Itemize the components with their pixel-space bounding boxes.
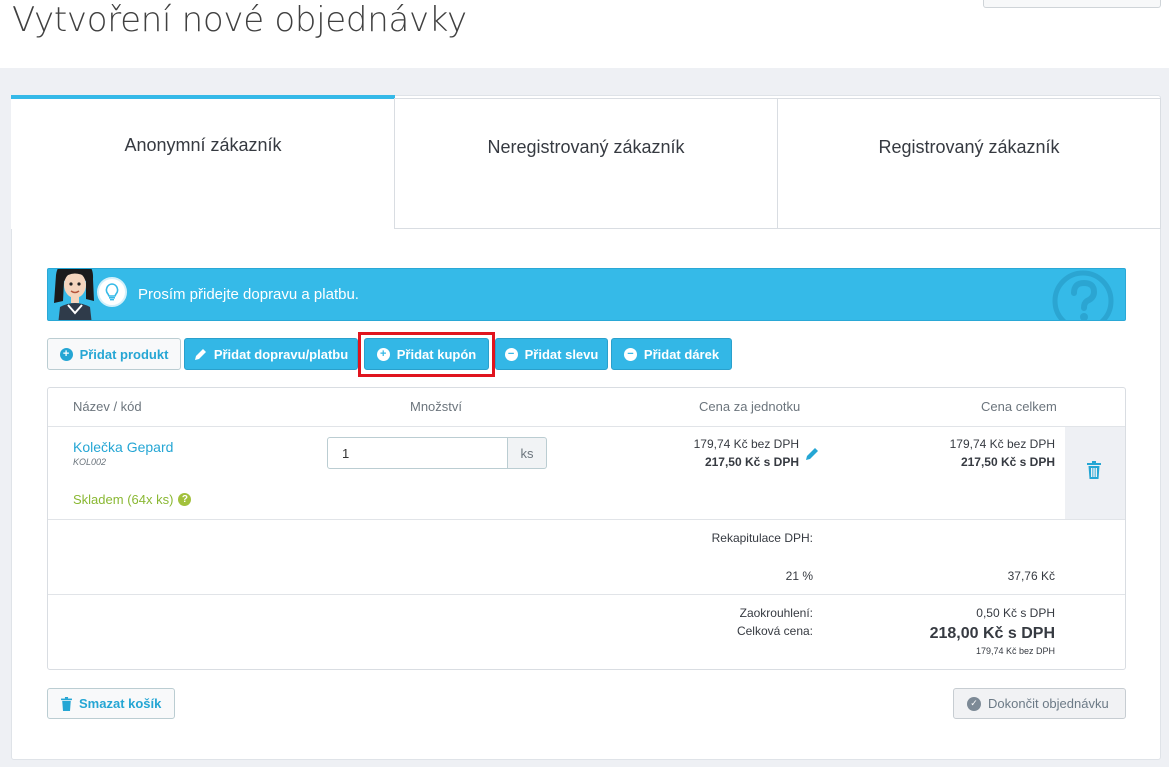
tab-anonymous-customer[interactable]: Anonymní zákazník [11,95,395,229]
stock-status: Skladem (64x ks) ? [73,492,192,507]
pencil-icon [194,348,206,360]
trash-icon [61,696,72,711]
cart-table: Název / kód Množství Cena za jednotku Ce… [47,387,1126,670]
divider [48,519,1125,520]
total-net: 179,74 Kč bez DPH [975,646,1055,656]
stock-label: Skladem (64x ks) [73,492,174,507]
header-name: Název / kód [73,399,142,414]
add-gift-button[interactable]: − Přidat dárek [611,338,732,370]
add-discount-button[interactable]: − Přidat slevu [495,338,608,370]
lightbulb-icon [97,277,127,307]
total-gross: 218,00 Kč s DPH [929,625,1055,642]
header-total-price: Cena celkem [981,399,1057,414]
tab-label: Registrovaný zákazník [878,137,1060,157]
rounding-label: Zaokrouhlení: [739,606,813,620]
coupon-highlight-box [358,332,495,377]
page-title: Vytvoření nové objednávky [12,0,467,40]
assistant-avatar-icon [54,269,94,320]
plus-circle-icon: + [59,347,73,361]
product-code: KOL002 [73,457,107,467]
help-question-icon [1052,270,1114,320]
vat-summary-label: Rekapitulace DPH: [711,531,813,545]
header-quantity: Množství [410,399,463,414]
unit-price-net: 179,74 Kč bez DPH [693,437,799,451]
page-header: Vytvoření nové objednávky [0,0,1169,68]
help-icon[interactable]: ? [178,493,192,506]
vat-rate: 21 % [785,569,813,583]
minus-circle-icon: − [623,347,637,361]
total-price-net: 179,74 Kč bez DPH [949,437,1055,451]
tab-registered-customer[interactable]: Registrovaný zákazník [777,98,1161,229]
unit-price-gross: 217,50 Kč s DPH [704,455,799,469]
tab-label: Neregistrovaný zákazník [487,137,685,157]
quantity-unit: ks [507,437,547,469]
total-price-gross: 217,50 Kč s DPH [960,455,1055,469]
clear-cart-button[interactable]: Smazat košík [47,688,176,719]
product-name-link[interactable]: Kolečka Gepard [73,439,173,455]
button-label: Přidat dárek [643,346,720,362]
alert-text: Prosím přidejte dopravu a platbu. [138,286,359,303]
button-label: Přidat slevu [524,346,599,362]
delete-trash-icon[interactable] [1087,461,1101,479]
finish-order-button[interactable]: ✓ Dokončit objednávku [953,688,1126,719]
tab-label: Anonymní zákazník [124,134,282,155]
add-product-button[interactable]: + Přidat produkt [47,338,181,370]
minus-circle-icon: − [504,347,518,361]
row-actions [1065,427,1125,519]
header-button[interactable] [983,0,1161,8]
divider [48,594,1125,595]
button-label: Dokončit objednávku [988,696,1109,711]
divider [48,426,1125,427]
header-unit-price: Cena za jednotku [699,399,801,414]
button-label: Přidat dopravu/platbu [213,346,349,362]
total-label: Celková cena: [736,624,813,638]
button-label: Přidat produkt [79,346,169,362]
quantity-input[interactable] [327,437,508,469]
edit-price-pencil-icon[interactable] [805,447,819,461]
tab-unregistered-customer[interactable]: Neregistrovaný zákazník [394,98,778,229]
add-shipping-button[interactable]: Přidat dopravu/platbu [184,338,358,370]
check-circle-icon: ✓ [967,696,981,711]
rounding-value: 0,50 Kč s DPH [976,606,1055,620]
button-label: Smazat košík [79,696,162,711]
vat-amount: 37,76 Kč [1007,569,1055,583]
info-alert: Prosím přidejte dopravu a platbu. [47,268,1126,321]
